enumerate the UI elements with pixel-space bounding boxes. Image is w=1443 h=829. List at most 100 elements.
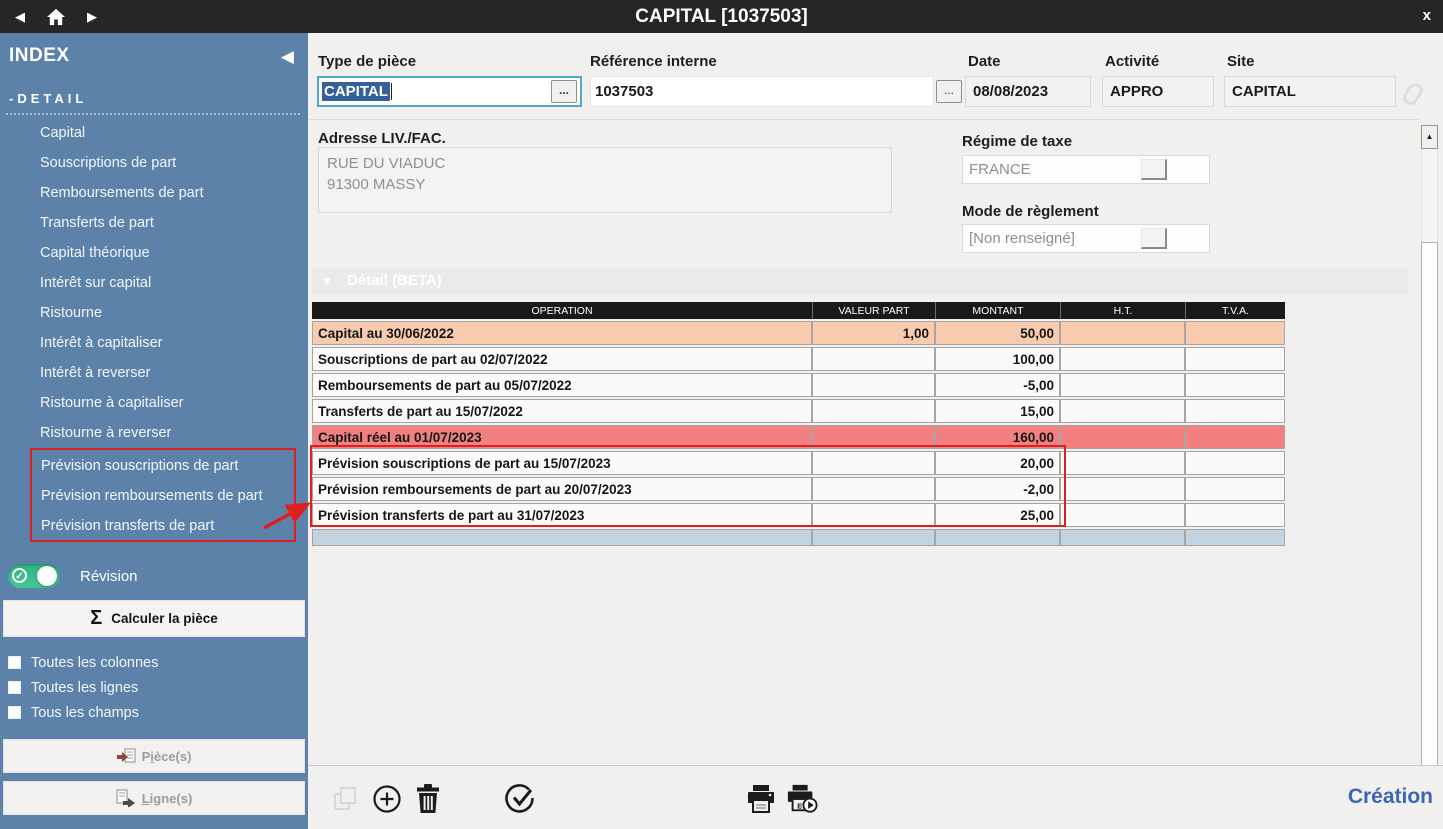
table-row[interactable]: Prévision souscriptions de part au 15/07… bbox=[312, 451, 1285, 475]
cell-operation: Remboursements de part au 05/07/2022 bbox=[312, 373, 812, 397]
cell-valeur_part bbox=[812, 529, 935, 546]
validate-icon[interactable] bbox=[504, 783, 536, 815]
cell-valeur_part bbox=[812, 477, 935, 501]
site-field[interactable]: CAPITAL bbox=[1224, 76, 1396, 107]
print-export-icon[interactable]: E bbox=[786, 783, 818, 815]
sidebar-item[interactable]: Remboursements de part bbox=[0, 178, 308, 208]
cell-ht bbox=[1060, 503, 1185, 527]
sidebar-item[interactable]: Intérêt à reverser bbox=[0, 358, 308, 388]
collapse-sidebar-icon[interactable]: ◀ bbox=[281, 47, 294, 67]
checkbox-label: Toutes les lignes bbox=[31, 680, 138, 696]
detail-section-header[interactable]: ▼ Détail (BETA) bbox=[312, 268, 1408, 294]
close-button[interactable]: x bbox=[1423, 0, 1431, 33]
app-window: ◀ ▶ CAPITAL [1037503] x INDEX ◀ -DETAIL … bbox=[0, 0, 1443, 829]
table-row[interactable]: Transferts de part au 15/07/202215,00 bbox=[312, 399, 1285, 423]
calculate-piece-button[interactable]: Σ Calculer la pièce bbox=[3, 600, 305, 637]
collapse-triangle-icon: ▼ bbox=[321, 274, 333, 288]
sidebar-item[interactable]: Prévision souscriptions de part bbox=[32, 451, 294, 481]
table-row[interactable]: Prévision transferts de part au 31/07/20… bbox=[312, 503, 1285, 527]
print-icon[interactable] bbox=[745, 783, 777, 815]
cell-ht bbox=[1060, 321, 1185, 345]
reference-input[interactable]: 1037503 bbox=[590, 76, 934, 107]
scroll-up-button[interactable]: ▲ bbox=[1421, 125, 1438, 149]
activite-field[interactable]: APPRO bbox=[1102, 76, 1214, 107]
main-panel: Type de pièce Référence interne Date Act… bbox=[308, 33, 1443, 829]
regime-dropdown-button[interactable] bbox=[1141, 159, 1167, 180]
adresse-box[interactable]: RUE DU VIADUC 91300 MASSY bbox=[318, 147, 892, 213]
checkbox[interactable] bbox=[8, 656, 21, 669]
table-row[interactable]: Capital au 30/06/20221,0050,00 bbox=[312, 321, 1285, 345]
table-row[interactable]: Prévision remboursements de part au 20/0… bbox=[312, 477, 1285, 501]
column-header: VALEUR PART bbox=[812, 302, 935, 319]
revision-toggle[interactable]: ✓ bbox=[8, 564, 60, 588]
sidebar-item[interactable]: Prévision remboursements de part bbox=[32, 481, 294, 511]
lignes-button[interactable]: Ligne(s) bbox=[3, 781, 305, 815]
delete-icon[interactable] bbox=[412, 783, 444, 815]
table-row[interactable]: Souscriptions de part au 02/07/2022100,0… bbox=[312, 347, 1285, 371]
sidebar-item[interactable]: Intérêt à capitaliser bbox=[0, 328, 308, 358]
table-row[interactable]: Capital réel au 01/07/2023160,00 bbox=[312, 425, 1285, 449]
mode-reglement-value: [Non renseigné] bbox=[969, 230, 1075, 247]
checkbox-row[interactable]: Toutes les lignes bbox=[8, 675, 158, 700]
cell-ht bbox=[1060, 477, 1185, 501]
cell-tva bbox=[1185, 321, 1285, 345]
column-filters: Toutes les colonnes Toutes les lignes Tous… bbox=[8, 650, 158, 725]
column-header: MONTANT bbox=[935, 302, 1060, 319]
table-row[interactable] bbox=[312, 529, 1285, 546]
cell-valeur_part bbox=[812, 425, 935, 449]
date-field[interactable]: 08/08/2023 bbox=[965, 76, 1091, 107]
column-header: T.V.A. bbox=[1185, 302, 1285, 319]
cell-ht bbox=[1060, 451, 1185, 475]
reglement-dropdown-button[interactable] bbox=[1141, 228, 1167, 249]
add-row-icon[interactable] bbox=[371, 783, 403, 815]
cell-montant: -2,00 bbox=[935, 477, 1060, 501]
sigma-icon: Σ bbox=[90, 607, 102, 630]
sidebar: INDEX ◀ -DETAIL CapitalSouscriptions de … bbox=[0, 33, 308, 829]
type-piece-browse-button[interactable]: ... bbox=[551, 80, 577, 103]
cell-tva bbox=[1185, 503, 1285, 527]
regime-taxe-label: Régime de taxe bbox=[962, 133, 1072, 150]
checkbox-label: Toutes les colonnes bbox=[31, 655, 158, 671]
type-piece-input[interactable]: CAPITAL ... bbox=[317, 76, 582, 107]
date-label: Date bbox=[968, 53, 1001, 70]
scrollbar-thumb[interactable] bbox=[1421, 242, 1438, 766]
title-bar: ◀ ▶ CAPITAL [1037503] x bbox=[0, 0, 1443, 33]
cell-operation: Capital au 30/06/2022 bbox=[312, 321, 812, 345]
sidebar-title: INDEX bbox=[9, 45, 298, 67]
checkbox-row[interactable]: Tous les champs bbox=[8, 700, 158, 725]
annotation-red-box-sidebar: Prévision souscriptions de partPrévision… bbox=[30, 448, 296, 542]
sidebar-item[interactable]: Capital bbox=[0, 118, 308, 148]
sidebar-item[interactable]: Capital théorique bbox=[0, 238, 308, 268]
pieces-button[interactable]: Pièce(s) bbox=[3, 739, 305, 773]
sidebar-item[interactable]: Ristourne bbox=[0, 298, 308, 328]
ligne-document-icon bbox=[116, 789, 136, 807]
piece-document-icon bbox=[117, 748, 136, 765]
cell-operation: Prévision transferts de part au 31/07/20… bbox=[312, 503, 812, 527]
cell-ht bbox=[1060, 529, 1185, 546]
table-row[interactable]: Remboursements de part au 05/07/2022-5,0… bbox=[312, 373, 1285, 397]
duplicate-icon bbox=[330, 783, 362, 815]
checkbox[interactable] bbox=[8, 681, 21, 694]
checkbox[interactable] bbox=[8, 706, 21, 719]
sidebar-item[interactable]: Ristourne à reverser bbox=[0, 418, 308, 448]
checkbox-row[interactable]: Toutes les colonnes bbox=[8, 650, 158, 675]
sidebar-item[interactable]: Transferts de part bbox=[0, 208, 308, 238]
sidebar-item[interactable]: Ristourne à capitaliser bbox=[0, 388, 308, 418]
reference-browse-button[interactable]: ... bbox=[936, 80, 962, 103]
selected-text: CAPITAL bbox=[322, 82, 390, 101]
sidebar-section-detail[interactable]: -DETAIL bbox=[9, 91, 87, 106]
cell-valeur_part bbox=[812, 373, 935, 397]
cell-operation: Transferts de part au 15/07/2022 bbox=[312, 399, 812, 423]
cell-montant bbox=[935, 529, 1060, 546]
sidebar-item[interactable]: Souscriptions de part bbox=[0, 148, 308, 178]
cell-valeur_part: 1,00 bbox=[812, 321, 935, 345]
cell-montant: 50,00 bbox=[935, 321, 1060, 345]
cell-valeur_part bbox=[812, 347, 935, 371]
sidebar-item[interactable]: Prévision transferts de part bbox=[32, 511, 294, 541]
mode-reglement-field[interactable]: [Non renseigné] bbox=[962, 224, 1210, 253]
paperclip-icon[interactable] bbox=[1395, 76, 1431, 116]
regime-taxe-field[interactable]: FRANCE bbox=[962, 155, 1210, 184]
regime-taxe-value: FRANCE bbox=[969, 161, 1031, 178]
toggle-knob[interactable] bbox=[37, 566, 57, 586]
sidebar-item[interactable]: Intérêt sur capital bbox=[0, 268, 308, 298]
